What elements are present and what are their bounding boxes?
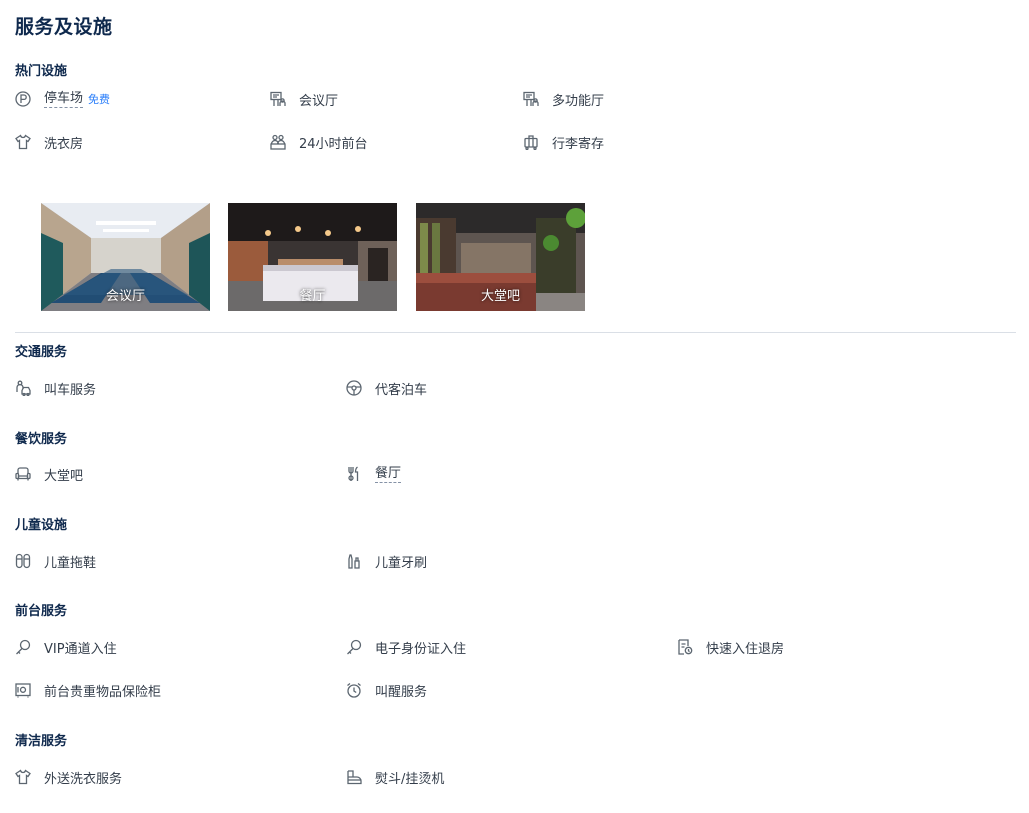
section-title-frontdesk: 前台服务 <box>15 604 68 619</box>
facility-laundry: 洗衣房 <box>15 132 83 152</box>
photo-restaurant[interactable]: 餐厅 <box>228 203 397 311</box>
key-icon <box>15 639 31 655</box>
function-hall-icon <box>523 91 539 107</box>
sofa-icon <box>15 466 31 482</box>
photo-lobby-bar[interactable]: 大堂吧 <box>416 203 585 311</box>
facility-kids-toothbrush: 儿童牙刷 <box>346 551 427 571</box>
kids-slippers-icon <box>15 553 31 569</box>
taxi-icon <box>15 380 31 396</box>
facility-kids-slippers: 儿童拖鞋 <box>15 551 96 571</box>
front-desk-icon <box>270 134 286 150</box>
section-title-dining: 餐饮服务 <box>15 432 68 447</box>
iron-icon <box>346 769 362 785</box>
service-lobby-bar: 大堂吧 <box>15 464 83 484</box>
safe-box-icon <box>15 682 31 698</box>
photo-caption: 会议厅 <box>105 289 145 304</box>
id-key-icon <box>346 639 362 655</box>
service-vip-checkin: VIP通道入住 <box>15 637 117 657</box>
page-title: 服务及设施 <box>15 16 113 38</box>
service-restaurant[interactable]: 餐厅 <box>346 464 402 484</box>
free-badge: 免费 <box>88 93 111 106</box>
luggage-icon <box>523 134 539 150</box>
service-laundry-delivery: 外送洗衣服务 <box>15 767 122 787</box>
service-wake-up: 叫醒服务 <box>346 680 427 700</box>
facility-meeting-room: 会议厅 <box>270 89 338 109</box>
section-title-kids: 儿童设施 <box>15 518 68 533</box>
alarm-clock-icon <box>346 682 362 698</box>
fork-knife-icon <box>346 466 362 482</box>
service-taxi: 叫车服务 <box>15 378 96 398</box>
photo-meeting-room[interactable]: 会议厅 <box>41 203 210 311</box>
section-title-hot: 热门设施 <box>15 64 68 79</box>
service-iron: 熨斗/挂烫机 <box>346 767 444 787</box>
facility-luggage: 行李寄存 <box>523 132 604 152</box>
parking-icon <box>15 91 31 107</box>
valet-steering-icon <box>346 380 362 396</box>
laundry-shirt-icon <box>15 134 31 150</box>
service-valet: 代客泊车 <box>346 378 427 398</box>
section-title-cleaning: 清洁服务 <box>15 734 68 749</box>
checkin-document-icon <box>677 639 693 655</box>
photo-caption: 餐厅 <box>299 289 326 304</box>
service-express-checkin: 快速入住退房 <box>677 637 784 657</box>
service-eid-checkin: 电子身份证入住 <box>346 637 466 657</box>
meeting-room-icon <box>270 91 286 107</box>
laundry-shirt-icon <box>15 769 31 785</box>
toothbrush-icon <box>346 553 362 569</box>
photo-caption: 大堂吧 <box>480 289 520 304</box>
facility-parking[interactable]: 停车场 免费 <box>15 89 110 109</box>
facility-function-hall: 多功能厅 <box>523 89 604 109</box>
service-safe-box: 前台贵重物品保险柜 <box>15 680 161 700</box>
facility-front-desk: 24小时前台 <box>270 132 368 152</box>
section-title-transport: 交通服务 <box>15 345 68 360</box>
section-divider <box>15 332 1016 333</box>
